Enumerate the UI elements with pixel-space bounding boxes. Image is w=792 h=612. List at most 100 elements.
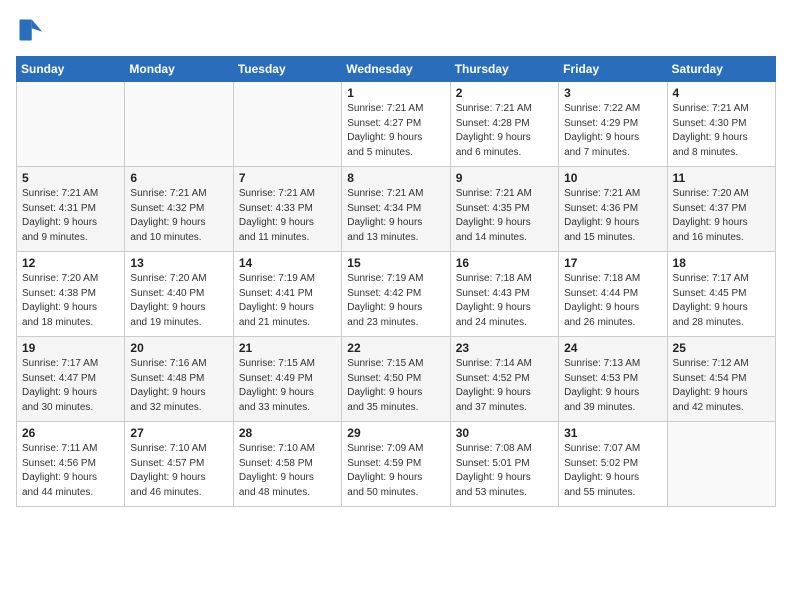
week-row-4: 19Sunrise: 7:17 AM Sunset: 4:47 PM Dayli… — [17, 337, 776, 422]
day-cell-25: 25 Sunrise: 7:12 AM Sunset: 4:54 PM Dayli… — [667, 337, 775, 422]
day-number: 25 — [673, 341, 770, 355]
calendar-header-row: SundayMondayTuesdayWednesdayThursdayFrid… — [17, 57, 776, 82]
day-info: Sunrise: 7:14 AM Sunset: 4:52 PM Dayligh… — [456, 357, 553, 415]
day-cell-18: 18Sunrise: 7:17 AM Sunset: 4:45 PM Dayli… — [667, 252, 775, 337]
week-row-3: 12 Sunrise: 7:20 AM Sunset: 4:38 PM Dayli… — [17, 252, 776, 337]
day-number: 29 — [347, 426, 444, 440]
week-row-1: 1 Sunrise: 7:21 AM Sunset: 4:27 PM Daylig… — [17, 82, 776, 167]
day-cell-3: 3 Sunrise: 7:22 AM Sunset: 4:29 PM Daylig… — [559, 82, 667, 167]
col-header-wednesday: Wednesday — [342, 57, 450, 82]
day-info: Sunrise: 7:21 AM Sunset: 4:27 PM Dayligh… — [347, 102, 444, 160]
day-number: 31 — [564, 426, 661, 440]
day-info: Sunrise: 7:09 AM Sunset: 4:59 PM Dayligh… — [347, 442, 444, 500]
day-number: 3 — [564, 86, 661, 100]
day-number: 27 — [130, 426, 227, 440]
day-info: Sunrise: 7:19 AM Sunset: 4:41 PM Dayligh… — [239, 272, 336, 330]
day-number: 12 — [22, 256, 119, 270]
day-cell-11: 11Sunrise: 7:20 AM Sunset: 4:37 PM Dayli… — [667, 167, 775, 252]
day-number: 28 — [239, 426, 336, 440]
day-info: Sunrise: 7:15 AM Sunset: 4:50 PM Dayligh… — [347, 357, 444, 415]
day-info: Sunrise: 7:20 AM Sunset: 4:38 PM Dayligh… — [22, 272, 119, 330]
day-number: 16 — [456, 256, 553, 270]
empty-cell — [125, 82, 233, 167]
day-cell-10: 10 Sunrise: 7:21 AM Sunset: 4:36 PM Dayli… — [559, 167, 667, 252]
day-number: 9 — [456, 171, 553, 185]
day-number: 15 — [347, 256, 444, 270]
day-info: Sunrise: 7:21 AM Sunset: 4:32 PM Dayligh… — [130, 187, 227, 245]
day-cell-2: 2 Sunrise: 7:21 AM Sunset: 4:28 PM Daylig… — [450, 82, 558, 167]
day-cell-9: 9 Sunrise: 7:21 AM Sunset: 4:35 PM Daylig… — [450, 167, 558, 252]
day-info: Sunrise: 7:21 AM Sunset: 4:34 PM Dayligh… — [347, 187, 444, 245]
day-cell-12: 12 Sunrise: 7:20 AM Sunset: 4:38 PM Dayli… — [17, 252, 125, 337]
day-cell-5: 5 Sunrise: 7:21 AM Sunset: 4:31 PM Daylig… — [17, 167, 125, 252]
day-info: Sunrise: 7:21 AM Sunset: 4:35 PM Dayligh… — [456, 187, 553, 245]
day-cell-30: 30Sunrise: 7:08 AM Sunset: 5:01 PM Dayli… — [450, 422, 558, 507]
day-cell-4: 4 Sunrise: 7:21 AM Sunset: 4:30 PM Daylig… — [667, 82, 775, 167]
day-cell-14: 14 Sunrise: 7:19 AM Sunset: 4:41 PM Dayli… — [233, 252, 341, 337]
day-number: 4 — [673, 86, 770, 100]
col-header-sunday: Sunday — [17, 57, 125, 82]
day-info: Sunrise: 7:10 AM Sunset: 4:57 PM Dayligh… — [130, 442, 227, 500]
day-info: Sunrise: 7:22 AM Sunset: 4:29 PM Dayligh… — [564, 102, 661, 160]
day-cell-13: 13 Sunrise: 7:20 AM Sunset: 4:40 PM Dayli… — [125, 252, 233, 337]
day-cell-16: 16Sunrise: 7:18 AM Sunset: 4:43 PM Dayli… — [450, 252, 558, 337]
day-info: Sunrise: 7:13 AM Sunset: 4:53 PM Dayligh… — [564, 357, 661, 415]
day-cell-31: 31 Sunrise: 7:07 AM Sunset: 5:02 PM Dayli… — [559, 422, 667, 507]
day-cell-19: 19Sunrise: 7:17 AM Sunset: 4:47 PM Dayli… — [17, 337, 125, 422]
day-cell-6: 6 Sunrise: 7:21 AM Sunset: 4:32 PM Daylig… — [125, 167, 233, 252]
day-number: 21 — [239, 341, 336, 355]
day-number: 17 — [564, 256, 661, 270]
day-number: 19 — [22, 341, 119, 355]
day-cell-8: 8 Sunrise: 7:21 AM Sunset: 4:34 PM Daylig… — [342, 167, 450, 252]
day-info: Sunrise: 7:10 AM Sunset: 4:58 PM Dayligh… — [239, 442, 336, 500]
day-number: 2 — [456, 86, 553, 100]
day-cell-15: 15 Sunrise: 7:19 AM Sunset: 4:42 PM Dayli… — [342, 252, 450, 337]
day-number: 1 — [347, 86, 444, 100]
day-info: Sunrise: 7:08 AM Sunset: 5:01 PM Dayligh… — [456, 442, 553, 500]
day-info: Sunrise: 7:15 AM Sunset: 4:49 PM Dayligh… — [239, 357, 336, 415]
day-info: Sunrise: 7:20 AM Sunset: 4:40 PM Dayligh… — [130, 272, 227, 330]
empty-cell — [17, 82, 125, 167]
day-number: 5 — [22, 171, 119, 185]
day-number: 26 — [22, 426, 119, 440]
day-number: 22 — [347, 341, 444, 355]
day-cell-17: 17 Sunrise: 7:18 AM Sunset: 4:44 PM Dayli… — [559, 252, 667, 337]
day-cell-26: 26 Sunrise: 7:11 AM Sunset: 4:56 PM Dayli… — [17, 422, 125, 507]
day-number: 24 — [564, 341, 661, 355]
week-row-2: 5 Sunrise: 7:21 AM Sunset: 4:31 PM Daylig… — [17, 167, 776, 252]
day-number: 13 — [130, 256, 227, 270]
day-number: 7 — [239, 171, 336, 185]
day-cell-21: 21 Sunrise: 7:15 AM Sunset: 4:49 PM Dayli… — [233, 337, 341, 422]
logo-icon — [16, 16, 44, 44]
day-number: 23 — [456, 341, 553, 355]
day-info: Sunrise: 7:21 AM Sunset: 4:28 PM Dayligh… — [456, 102, 553, 160]
day-info: Sunrise: 7:19 AM Sunset: 4:42 PM Dayligh… — [347, 272, 444, 330]
day-number: 14 — [239, 256, 336, 270]
calendar-table: SundayMondayTuesdayWednesdayThursdayFrid… — [16, 56, 776, 507]
day-number: 6 — [130, 171, 227, 185]
day-number: 11 — [673, 171, 770, 185]
day-number: 20 — [130, 341, 227, 355]
day-info: Sunrise: 7:12 AM Sunset: 4:54 PM Dayligh… — [673, 357, 770, 415]
week-row-5: 26 Sunrise: 7:11 AM Sunset: 4:56 PM Dayli… — [17, 422, 776, 507]
day-cell-23: 23 Sunrise: 7:14 AM Sunset: 4:52 PM Dayli… — [450, 337, 558, 422]
col-header-monday: Monday — [125, 57, 233, 82]
day-info: Sunrise: 7:21 AM Sunset: 4:36 PM Dayligh… — [564, 187, 661, 245]
day-number: 10 — [564, 171, 661, 185]
day-cell-28: 28 Sunrise: 7:10 AM Sunset: 4:58 PM Dayli… — [233, 422, 341, 507]
day-info: Sunrise: 7:21 AM Sunset: 4:30 PM Dayligh… — [673, 102, 770, 160]
day-info: Sunrise: 7:18 AM Sunset: 4:44 PM Dayligh… — [564, 272, 661, 330]
col-header-friday: Friday — [559, 57, 667, 82]
day-number: 18 — [673, 256, 770, 270]
col-header-thursday: Thursday — [450, 57, 558, 82]
day-info: Sunrise: 7:11 AM Sunset: 4:56 PM Dayligh… — [22, 442, 119, 500]
day-number: 8 — [347, 171, 444, 185]
day-cell-29: 29 Sunrise: 7:09 AM Sunset: 4:59 PM Dayli… — [342, 422, 450, 507]
col-header-saturday: Saturday — [667, 57, 775, 82]
logo — [16, 16, 48, 44]
day-cell-20: 20Sunrise: 7:16 AM Sunset: 4:48 PM Dayli… — [125, 337, 233, 422]
day-info: Sunrise: 7:07 AM Sunset: 5:02 PM Dayligh… — [564, 442, 661, 500]
empty-cell — [667, 422, 775, 507]
day-info: Sunrise: 7:21 AM Sunset: 4:31 PM Dayligh… — [22, 187, 119, 245]
day-cell-7: 7Sunrise: 7:21 AM Sunset: 4:33 PM Daylig… — [233, 167, 341, 252]
